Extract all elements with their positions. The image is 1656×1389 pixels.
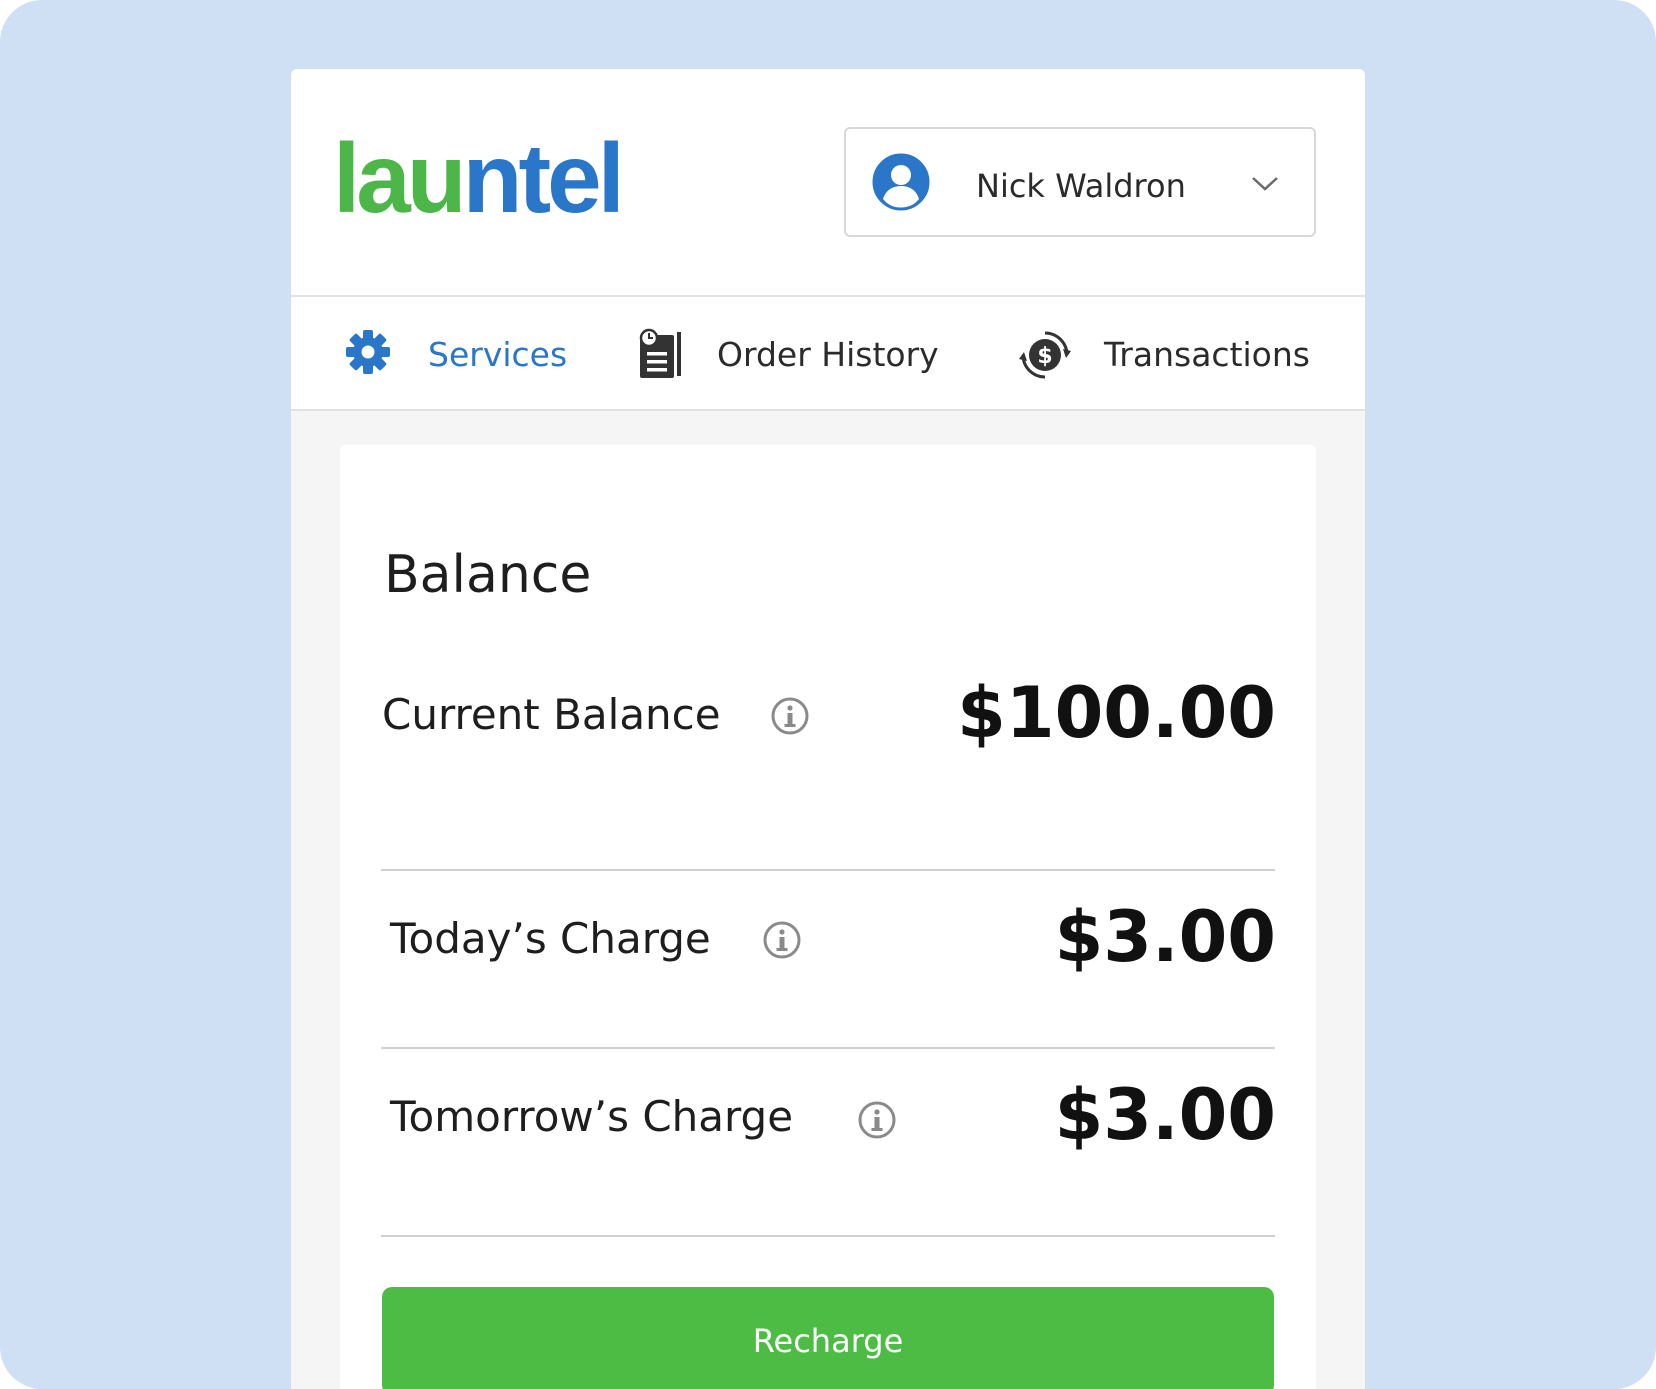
logo-part-blue: ntel [462, 123, 625, 233]
tomorrows-charge-row: Tomorrow’s Charge $3.00 [382, 1074, 1276, 1176]
recharge-button[interactable]: Recharge [382, 1287, 1274, 1389]
app-panel: launtel Nick Waldron Services Order Hist… [291, 69, 1365, 1389]
tab-transactions-label: Transactions [1104, 335, 1310, 374]
header: launtel Nick Waldron [291, 69, 1365, 297]
user-menu-dropdown[interactable]: Nick Waldron [844, 127, 1316, 237]
current-balance-amount: $100.00 [957, 672, 1276, 754]
user-circle-icon [872, 153, 930, 211]
gear-icon [346, 330, 390, 374]
svg-text:$: $ [1037, 344, 1052, 369]
dollar-cycle-icon: $ [1019, 331, 1071, 379]
current-balance-row: Current Balance $100.00 [382, 670, 1276, 760]
tab-transactions[interactable]: $ Transactions [1019, 297, 1329, 409]
info-icon[interactable] [857, 1100, 897, 1140]
tomorrows-charge-amount: $3.00 [1054, 1074, 1276, 1156]
divider [381, 1047, 1275, 1049]
balance-title: Balance [384, 545, 592, 605]
logo-part-green: lau [333, 123, 467, 233]
divider [381, 1235, 1275, 1237]
user-name: Nick Waldron [976, 167, 1186, 205]
tomorrows-charge-label: Tomorrow’s Charge [390, 1092, 794, 1141]
tab-order-history[interactable]: Order History [636, 297, 956, 409]
tab-order-history-label: Order History [717, 335, 939, 374]
info-icon[interactable] [762, 920, 802, 960]
todays-charge-label: Today’s Charge [390, 914, 711, 963]
todays-charge-row: Today’s Charge $3.00 [382, 896, 1276, 998]
todays-charge-amount: $3.00 [1054, 896, 1276, 978]
current-balance-label: Current Balance [382, 690, 721, 739]
balance-card: Balance Current Balance $100.00 Today’s … [340, 445, 1316, 1389]
info-icon[interactable] [770, 696, 810, 736]
tab-services-label: Services [428, 335, 568, 374]
chevron-down-icon [1252, 177, 1278, 191]
nav-tabs: Services Order History $ Transactions [291, 297, 1365, 411]
launtel-logo[interactable]: launtel [333, 129, 625, 227]
tab-services[interactable]: Services [345, 297, 568, 409]
divider [381, 869, 1275, 871]
page-backdrop: launtel Nick Waldron Services Order Hist… [0, 0, 1656, 1389]
document-clock-icon [639, 328, 681, 378]
